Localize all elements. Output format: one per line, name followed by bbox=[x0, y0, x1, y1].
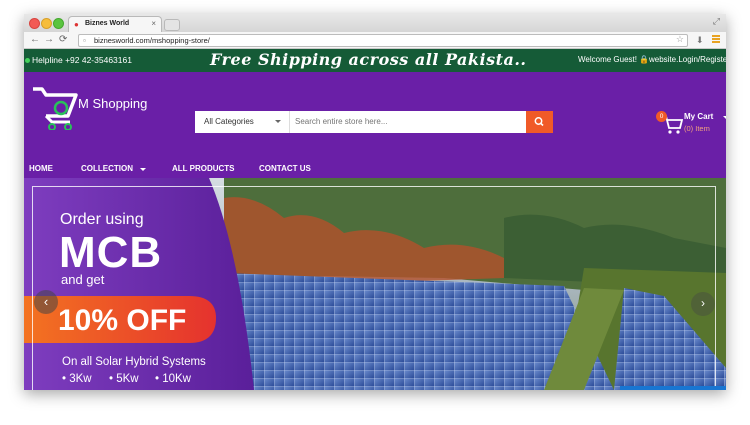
cart-logo-icon bbox=[33, 87, 78, 130]
reload-icon[interactable]: ⟳ bbox=[59, 34, 67, 45]
tab-title: Biznes World bbox=[85, 20, 130, 27]
banner-offer: 10% OFF bbox=[58, 304, 187, 337]
banner-line1: Order using bbox=[60, 211, 144, 228]
address-bar[interactable]: ▫ biznesworld.com/mshopping-store/ ☆ bbox=[78, 34, 688, 47]
hero-banner[interactable]: Order using MCB and get 10% OFF On all S… bbox=[24, 178, 726, 390]
search-bar: All Categories bbox=[195, 111, 553, 133]
extension-icon[interactable]: ⬇ bbox=[696, 35, 704, 46]
browser-tab[interactable]: ● Biznes World × bbox=[68, 16, 162, 33]
login-register-label: website.Login/Register bbox=[648, 55, 726, 64]
browser-window: ● Biznes World × ⤢ ← → ⟳ ▫ biznesworld.c… bbox=[24, 14, 726, 390]
cart-count-badge: 0 bbox=[656, 111, 667, 122]
option-5kw: • 5Kw bbox=[109, 373, 139, 385]
banner-headline: MCB bbox=[59, 228, 163, 277]
menu-icon[interactable] bbox=[712, 35, 720, 44]
search-input[interactable] bbox=[295, 117, 515, 126]
nav-home[interactable]: HOME bbox=[29, 164, 53, 173]
back-icon[interactable]: ← bbox=[30, 34, 40, 45]
search-button[interactable] bbox=[526, 111, 553, 133]
banner-subtitle: On all Solar Hybrid Systems bbox=[62, 356, 206, 368]
free-shipping-banner: Free Shipping across all Pakista.. bbox=[210, 50, 527, 69]
new-tab-button[interactable] bbox=[164, 19, 180, 31]
helpline-text: Helpline +92 42-35463161 bbox=[32, 55, 132, 65]
chevron-down-icon bbox=[723, 116, 726, 119]
logo-text: M Shopping bbox=[78, 96, 148, 111]
cart-label: My Cart bbox=[684, 112, 714, 121]
option-10kw: • 10Kw bbox=[155, 373, 191, 385]
fullscreen-icon[interactable]: ⤢ bbox=[713, 16, 720, 27]
category-select-label: All Categories bbox=[204, 117, 254, 126]
slider-progress bbox=[620, 386, 726, 390]
favicon-icon: ● bbox=[74, 20, 79, 29]
nav-all-products[interactable]: ALL PRODUCTS bbox=[172, 164, 235, 173]
online-dot-icon bbox=[25, 58, 30, 63]
chevron-down-icon[interactable] bbox=[140, 168, 146, 171]
nav-contact-us[interactable]: CONTACT US bbox=[259, 164, 311, 173]
banner-line3: and get bbox=[61, 272, 105, 287]
lock-icon: 🔒 bbox=[639, 55, 649, 64]
forward-icon[interactable]: → bbox=[44, 34, 54, 45]
cart-widget[interactable]: 0 My Cart (0) Item bbox=[656, 110, 726, 140]
tab-close-icon[interactable]: × bbox=[151, 19, 156, 28]
maximize-window-button[interactable] bbox=[53, 18, 64, 29]
browser-toolbar: ← → ⟳ ▫ biznesworld.com/mshopping-store/… bbox=[24, 32, 726, 49]
welcome-text: Welcome Guest! bbox=[578, 55, 637, 64]
minimize-window-button[interactable] bbox=[41, 18, 52, 29]
tab-bar: ● Biznes World × ⤢ bbox=[24, 14, 726, 33]
site-logo[interactable]: M Shopping bbox=[32, 86, 152, 130]
prev-arrow-icon[interactable]: ‹ bbox=[34, 290, 58, 314]
category-select[interactable]: All Categories bbox=[195, 111, 290, 133]
option-3kw: • 3Kw bbox=[62, 373, 92, 385]
cart-items: (0) Item bbox=[684, 124, 710, 133]
top-strip: Helpline +92 42-35463161 Free Shipping a… bbox=[24, 49, 726, 72]
search-icon bbox=[534, 117, 544, 127]
next-arrow-icon[interactable]: › bbox=[691, 292, 715, 316]
close-window-button[interactable] bbox=[29, 18, 40, 29]
chevron-down-icon bbox=[275, 120, 281, 123]
url-text: biznesworld.com/mshopping-store/ bbox=[94, 36, 210, 45]
nav-collection[interactable]: COLLECTION bbox=[81, 164, 133, 173]
main-nav: HOME COLLECTION ALL PRODUCTS CONTACT US bbox=[24, 160, 726, 178]
page-icon: ▫ bbox=[83, 36, 86, 45]
star-icon[interactable]: ☆ bbox=[676, 34, 684, 45]
login-link[interactable]: 🔒website.Login/Register bbox=[639, 55, 726, 64]
